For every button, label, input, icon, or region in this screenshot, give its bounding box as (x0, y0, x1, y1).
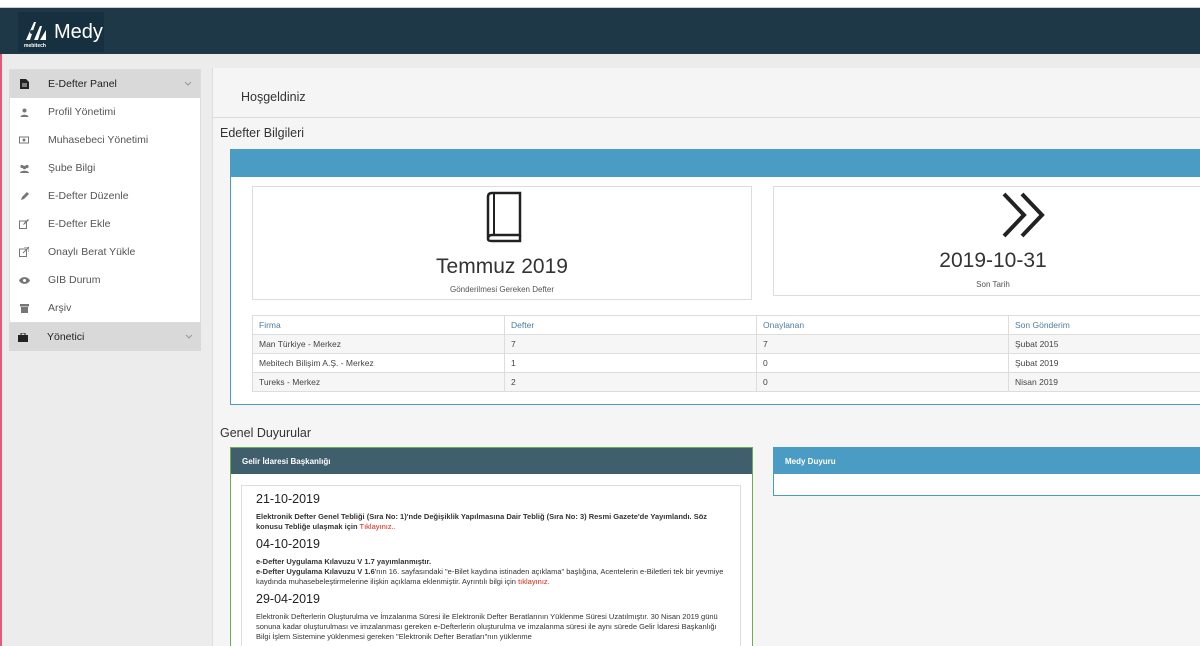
stat-caption: Son Tarih (976, 280, 1010, 289)
sidebar-admin-section: Yönetici (9, 323, 201, 351)
sidebar-item-edefter-panel[interactable]: E-Defter Panel (10, 70, 200, 98)
announcement-date: 04-10-2019 (256, 537, 320, 551)
sidebar-item-label: E-Defter Düzenle (48, 190, 129, 202)
sidebar-item-label: Muhasebeci Yönetimi (48, 134, 149, 146)
announcement-link[interactable]: tıklayınız. (518, 577, 550, 586)
cell-onaylanan: 0 (756, 353, 1009, 373)
stat-card-deadline: 2019-10-31 Son Tarih (773, 186, 1200, 296)
cell-son-gonderim: Nisan 2019 (1008, 372, 1200, 392)
announcement-line2-bold: e-Defter Uygulama Kılavuzu V 1.6 (256, 567, 375, 576)
brand-name: Medy (54, 20, 103, 43)
book-icon (484, 191, 524, 248)
column-header-defter[interactable]: Defter (504, 315, 757, 335)
medy-announcements-panel: Medy Duyuru (773, 447, 1200, 496)
sidebar-item-label: Şube Bilgi (48, 162, 96, 174)
gib-announcements-panel: Gelir İdaresi Başkanlığı 21-10-2019 Elek… (230, 447, 753, 646)
sidebar-item-label: Arşiv (48, 302, 72, 314)
sidebar-item-sube[interactable]: Şube Bilgi (10, 154, 200, 182)
announcement-line1: e-Defter Uygulama Kılavuzu V 1.7 yayımla… (256, 557, 432, 566)
edefter-panel: Temmuz 2019 Gönderilmesi Gereken Defter … (230, 149, 1200, 405)
column-header-son-gonderim[interactable]: Son Gönderim (1008, 315, 1200, 335)
announcement-date: 29-04-2019 (256, 592, 320, 606)
edefter-table: Firma Defter Onaylanan Son Gönderim Man … (252, 315, 1200, 392)
sidebar: E-Defter Panel Profil Yönetimi Muhasebec… (9, 69, 201, 323)
table-header-row: Firma Defter Onaylanan Son Gönderim (252, 315, 1200, 335)
sidebar-item-muhasebeci[interactable]: Muhasebeci Yönetimi (10, 126, 200, 154)
cell-son-gonderim: Şubat 2019 (1008, 353, 1200, 373)
sidebar-item-label: E-Defter Panel (48, 78, 117, 90)
header-divider (213, 117, 1200, 118)
cell-defter: 2 (504, 372, 757, 392)
announcements-section-title: Genel Duyurular (220, 426, 312, 440)
gib-panel-header: Gelir İdaresi Başkanlığı (231, 448, 752, 474)
sidebar-item-label: Yönetici (47, 331, 85, 343)
cell-defter: 1 (504, 353, 757, 373)
table-row[interactable]: Mebitech Bilişim A.Ş. - Merkez 1 0 Şubat… (252, 353, 1200, 373)
pencil-icon (10, 191, 38, 201)
cell-defter: 7 (504, 334, 757, 354)
page-title: Hoşgeldiniz (241, 90, 306, 104)
users-icon (10, 164, 38, 173)
money-icon (10, 136, 38, 144)
sidebar-item-label: GIB Durum (48, 274, 101, 286)
file-icon (10, 79, 38, 89)
sidebar-item-gib-durum[interactable]: GIB Durum (10, 266, 200, 294)
stat-value: 2019-10-31 (939, 249, 1047, 272)
announcement-link[interactable]: Tıklayınız.. (360, 522, 396, 531)
brand-logo[interactable]: Medy mebitech (18, 12, 104, 52)
double-chevron-right-icon (1000, 192, 1048, 243)
sidebar-item-yonetici[interactable]: Yönetici (9, 323, 201, 351)
column-header-firma[interactable]: Firma (252, 315, 505, 335)
medy-logo-icon (22, 18, 50, 46)
main-content: Hoşgeldiniz Edefter Bilgileri Temmuz 201… (212, 68, 1200, 646)
archive-icon (10, 303, 38, 313)
window-top-strip (0, 0, 1200, 8)
edefter-section-title: Edefter Bilgileri (220, 126, 305, 140)
chevron-down-icon (184, 78, 192, 90)
briefcase-icon (9, 332, 37, 342)
announcement-text: Elektronik Defterlerin Oluşturulma ve İm… (256, 612, 718, 641)
sidebar-item-duzenle[interactable]: E-Defter Düzenle (10, 182, 200, 210)
cell-firma: Tureks - Merkez (252, 372, 505, 392)
left-accent-strip (0, 54, 2, 646)
sidebar-item-berat-yukle[interactable]: Onaylı Berat Yükle (10, 238, 200, 266)
cell-son-gonderim: Şubat 2015 (1008, 334, 1200, 354)
announcement-body: Elektronik Defter Genel Tebliği (Sıra No… (256, 512, 708, 531)
edit-icon (10, 219, 38, 229)
announcement-date: 21-10-2019 (256, 492, 320, 506)
top-navbar: Medy mebitech (0, 8, 1200, 54)
external-link-icon (10, 247, 38, 257)
stat-caption: Gönderilmesi Gereken Defter (449, 285, 555, 294)
sidebar-item-arsiv[interactable]: Arşiv (10, 294, 200, 322)
brand-subtitle: mebitech (24, 43, 46, 49)
column-header-onaylanan[interactable]: Onaylanan (756, 315, 1009, 335)
sidebar-item-profil[interactable]: Profil Yönetimi (10, 98, 200, 126)
sidebar-item-label: E-Defter Ekle (48, 218, 111, 230)
stat-value: Temmuz 2019 (436, 255, 568, 278)
medy-panel-header: Medy Duyuru (774, 448, 1200, 474)
sidebar-item-ekle[interactable]: E-Defter Ekle (10, 210, 200, 238)
announcement-item: 29-04-2019 Elektronik Defterlerin Oluştu… (256, 592, 726, 642)
table-row[interactable]: Man Türkiye - Merkez 7 7 Şubat 2015 (252, 334, 1200, 354)
stat-card-pending-defter: Temmuz 2019 Gönderilmesi Gereken Defter (252, 186, 752, 300)
cell-onaylanan: 0 (756, 372, 1009, 392)
user-icon (10, 108, 38, 117)
announcement-item: 21-10-2019 Elektronik Defter Genel Tebli… (256, 492, 726, 532)
chevron-down-icon (185, 331, 193, 343)
cell-firma: Mebitech Bilişim A.Ş. - Merkez (252, 353, 505, 373)
eye-icon (10, 276, 38, 284)
edefter-panel-header (231, 150, 1200, 177)
sidebar-item-label: Profil Yönetimi (48, 106, 116, 118)
sidebar-item-label: Onaylı Berat Yükle (48, 246, 136, 258)
cell-onaylanan: 7 (756, 334, 1009, 354)
cell-firma: Man Türkiye - Merkez (252, 334, 505, 354)
table-row[interactable]: Tureks - Merkez 2 0 Nisan 2019 (252, 372, 1200, 392)
announcement-text: Elektronik Defter Genel Tebliği (Sıra No… (256, 512, 726, 532)
announcement-list[interactable]: 21-10-2019 Elektronik Defter Genel Tebli… (241, 485, 741, 646)
announcement-text: e-Defter Uygulama Kılavuzu V 1.7 yayımla… (256, 557, 726, 587)
announcement-item: 04-10-2019 e-Defter Uygulama Kılavuzu V … (256, 537, 726, 587)
